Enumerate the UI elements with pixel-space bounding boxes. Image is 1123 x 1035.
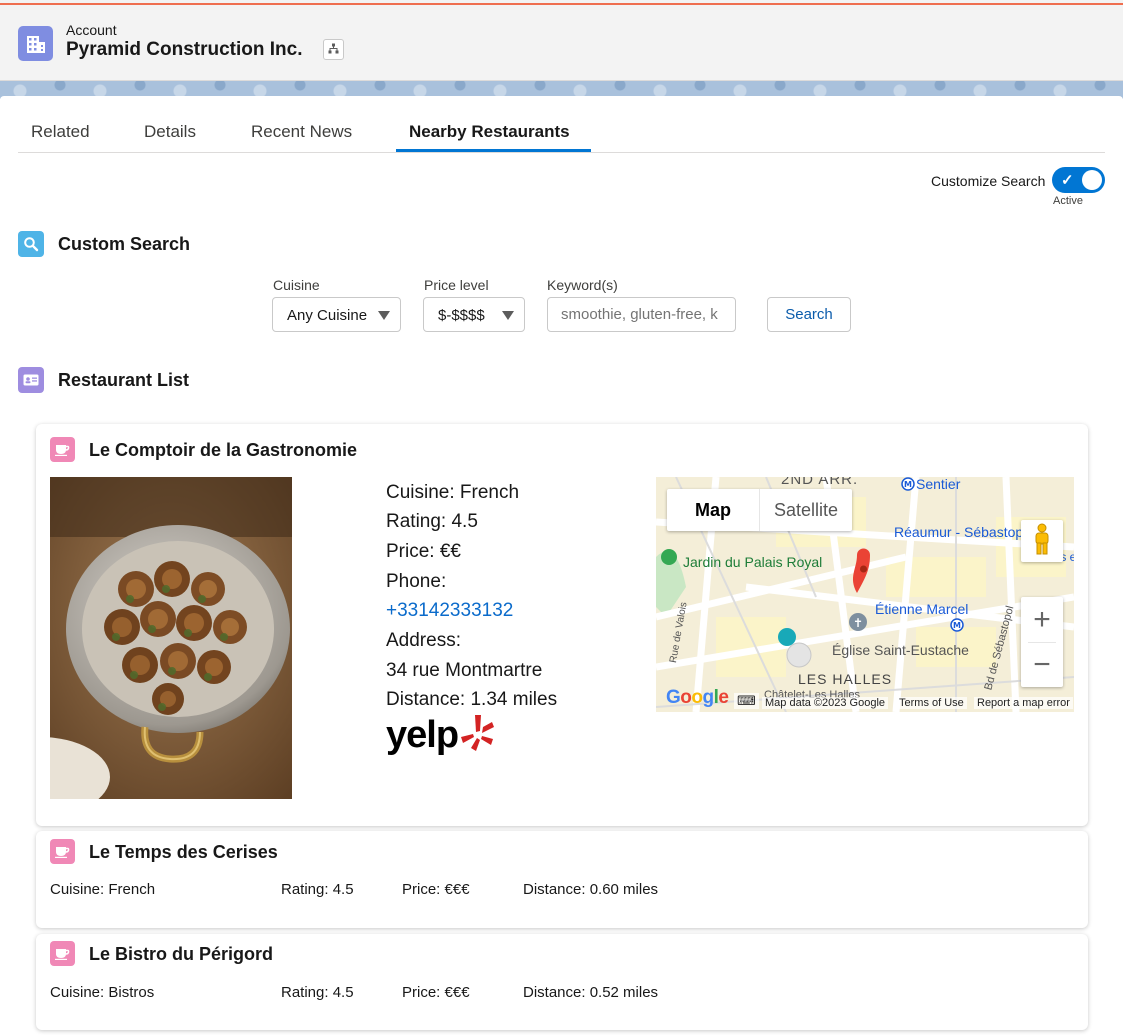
caret-down-icon bbox=[378, 311, 390, 320]
keywords-label: Keyword(s) bbox=[547, 277, 618, 293]
coffee-cup-icon bbox=[50, 437, 75, 462]
restaurant-cuisine: Cuisine: Bistros bbox=[50, 984, 155, 1001]
restaurant-name[interactable]: Le Temps des Cerises bbox=[89, 842, 278, 863]
map-data-attribution: Map data ©2023 Google bbox=[762, 697, 889, 709]
map-label-reaumur: Réaumur - Sébastopol bbox=[894, 524, 1035, 540]
tab-bar: Related Details Recent News Nearby Resta… bbox=[18, 100, 1105, 153]
cuisine-select[interactable]: Any Cuisine bbox=[272, 297, 401, 332]
check-icon: ✓ bbox=[1061, 172, 1074, 189]
caret-down-icon bbox=[502, 311, 514, 320]
restaurant-rating: Rating: 4.5 bbox=[386, 511, 478, 532]
phone-link[interactable]: +33142333132 bbox=[386, 600, 513, 621]
restaurant-price: Price: €€€ bbox=[402, 984, 470, 1001]
address-label: Address: bbox=[386, 630, 461, 651]
account-icon bbox=[18, 26, 53, 61]
coffee-cup-icon bbox=[50, 839, 75, 864]
yelp-wordmark: yelp bbox=[386, 714, 459, 756]
plus-icon: + bbox=[1033, 602, 1051, 636]
active-tab-indicator bbox=[396, 149, 591, 152]
hierarchy-icon bbox=[328, 41, 339, 59]
zoom-out-button[interactable]: − bbox=[1021, 642, 1063, 687]
restaurant-price: Price: €€ bbox=[386, 541, 461, 562]
restaurant-name[interactable]: Le Bistro du Périgord bbox=[89, 944, 273, 965]
zoom-control: + − bbox=[1021, 597, 1063, 687]
customize-search-label: Customize Search bbox=[931, 173, 1046, 189]
hierarchy-button[interactable] bbox=[323, 39, 344, 60]
svg-text:M: M bbox=[904, 480, 912, 489]
toggle-knob bbox=[1082, 170, 1102, 190]
cuisine-value: Any Cuisine bbox=[287, 307, 368, 324]
restaurant-distance: Distance: 1.34 miles bbox=[386, 689, 558, 710]
map-footer: Google ⌨ Map data ©2023 Google Terms of … bbox=[656, 687, 1074, 712]
street-view-pegman[interactable] bbox=[1021, 520, 1063, 562]
minus-icon: − bbox=[1033, 647, 1051, 681]
restaurant-card: Le Temps des Cerises Cuisine: French Rat… bbox=[36, 831, 1088, 928]
keyboard-icon[interactable]: ⌨ bbox=[734, 693, 759, 709]
cuisine-label: Cuisine bbox=[273, 277, 320, 293]
restaurant-card: Le Comptoir de la Gastronomie Cuisine: F… bbox=[36, 424, 1088, 826]
tab-related[interactable]: Related bbox=[31, 122, 90, 142]
restaurant-cuisine: Cuisine: French bbox=[50, 881, 156, 898]
map-label-les-halles: LES HALLES bbox=[798, 671, 893, 687]
map-label-sentier: Sentier bbox=[916, 477, 961, 492]
report-map-error-link[interactable]: Report a map error bbox=[974, 697, 1073, 709]
restaurant-address: 34 rue Montmartre bbox=[386, 660, 543, 681]
tab-details[interactable]: Details bbox=[144, 122, 196, 142]
price-level-label: Price level bbox=[424, 277, 489, 293]
map-view-button[interactable]: Map bbox=[667, 489, 760, 531]
tab-nearby-restaurants[interactable]: Nearby Restaurants bbox=[409, 122, 570, 142]
keywords-input[interactable] bbox=[547, 297, 736, 332]
search-button[interactable]: Search bbox=[767, 297, 851, 332]
terms-of-use-link[interactable]: Terms of Use bbox=[896, 697, 967, 709]
coffee-cup-icon bbox=[50, 941, 75, 966]
object-type-label: Account bbox=[66, 22, 117, 38]
restaurant-cuisine: Cuisine: French bbox=[386, 482, 520, 503]
yelp-logo[interactable]: yelp bbox=[386, 713, 495, 758]
map-label-eglise: Église Saint-Eustache bbox=[832, 642, 969, 658]
search-icon bbox=[18, 231, 44, 257]
svg-text:M: M bbox=[953, 621, 961, 630]
restaurant-rating: Rating: 4.5 bbox=[281, 984, 354, 1001]
map-type-control: Map Satellite bbox=[667, 489, 852, 531]
price-level-select[interactable]: $-$$$$ bbox=[423, 297, 525, 332]
pegman-icon bbox=[1032, 523, 1052, 560]
restaurant-price: Price: €€€ bbox=[402, 881, 470, 898]
customize-search-toggle[interactable]: ✓ bbox=[1052, 167, 1105, 193]
record-header: Account Pyramid Construction Inc. bbox=[0, 5, 1123, 81]
restaurant-list-title: Restaurant List bbox=[58, 370, 190, 390]
restaurant-rating: Rating: 4.5 bbox=[281, 881, 354, 898]
map-label-jardin: Jardin du Palais Royal bbox=[683, 554, 823, 570]
contact-card-icon bbox=[18, 367, 44, 393]
restaurant-map[interactable]: ✝ M M 2ND ARR. Sentier Réaumur - Sébasto… bbox=[656, 477, 1074, 712]
toggle-state-label: Active bbox=[1053, 195, 1083, 207]
zoom-in-button[interactable]: + bbox=[1021, 597, 1063, 642]
restaurant-distance: Distance: 0.60 miles bbox=[523, 881, 659, 898]
restaurant-name[interactable]: Le Comptoir de la Gastronomie bbox=[89, 440, 357, 461]
yelp-burst-icon bbox=[460, 713, 495, 758]
map-label-district: 2ND ARR. bbox=[781, 477, 859, 488]
restaurant-photo bbox=[50, 477, 292, 799]
restaurant-card: Le Bistro du Périgord Cuisine: Bistros R… bbox=[36, 934, 1088, 1030]
restaurant-distance: Distance: 0.52 miles bbox=[523, 984, 659, 1001]
custom-search-title: Custom Search bbox=[58, 234, 191, 254]
map-label-etienne-marcel: Étienne Marcel bbox=[875, 601, 969, 617]
account-name: Pyramid Construction Inc. bbox=[66, 39, 303, 60]
phone-label: Phone: bbox=[386, 571, 447, 592]
price-level-value: $-$$$$ bbox=[438, 307, 485, 324]
satellite-view-button[interactable]: Satellite bbox=[760, 489, 852, 531]
tab-recent-news[interactable]: Recent News bbox=[251, 122, 352, 142]
google-logo: Google bbox=[666, 687, 729, 708]
svg-text:✝: ✝ bbox=[853, 616, 863, 630]
